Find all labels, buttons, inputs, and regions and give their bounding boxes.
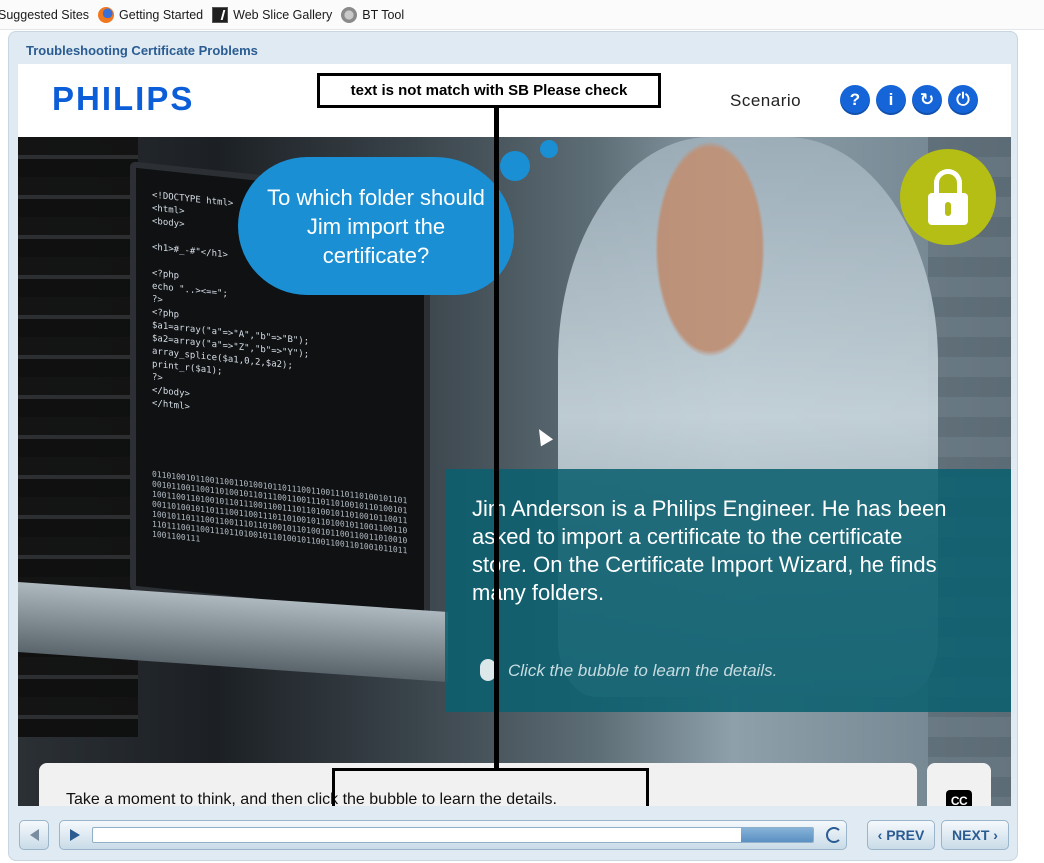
power-icon: ⏻ — [956, 90, 970, 109]
question-bubble[interactable]: To which folder should Jim import the ce… — [238, 157, 514, 295]
web-slice-icon — [212, 6, 229, 23]
help-icon: ? — [849, 90, 861, 109]
section-label: Scenario — [730, 91, 802, 110]
speaker-icon — [29, 829, 39, 841]
help-button[interactable]: ? — [840, 85, 870, 115]
binary-text: 0110100101100110011010010110111001100111… — [152, 469, 408, 556]
exit-button[interactable]: ⏻ — [948, 85, 978, 115]
favorite-label: Getting Started — [119, 7, 204, 22]
thought-dot-small — [540, 140, 558, 158]
philips-logo: PHILIPS — [52, 80, 195, 117]
info-panel: Jim Anderson is a Philips Engineer. He h… — [445, 469, 1011, 712]
restart-button[interactable]: ↻ — [912, 85, 942, 115]
playback-bar — [59, 820, 847, 850]
slide-header: PHILIPS Scenario ? i ↻ ⏻ text is not mat… — [18, 64, 1011, 137]
cc-icon: CC — [945, 790, 973, 806]
favorite-getting-started[interactable]: Getting Started — [98, 4, 203, 26]
favorite-web-slice-gallery[interactable]: Web Slice Gallery — [212, 4, 332, 26]
volume-button[interactable] — [19, 820, 49, 850]
play-icon[interactable] — [70, 829, 80, 841]
bubble-text: To which folder should Jim import the ce… — [267, 184, 485, 268]
review-marker-line — [494, 105, 499, 770]
mouse-cursor-icon — [532, 425, 554, 447]
favorites-bar: Suggested Sites Getting Started Web Slic… — [0, 0, 1044, 30]
closed-captions-button[interactable]: CC — [927, 763, 991, 806]
lock-icon — [900, 149, 996, 245]
favorite-label: Suggested Sites — [0, 7, 90, 22]
control-bar: ‹ PREV NEXT › — [9, 816, 1019, 856]
hint-text: Click the bubble to learn the details. — [508, 661, 778, 680]
favorite-label: Web Slice Gallery — [233, 7, 333, 22]
info-text: Jim Anderson is a Philips Engineer. He h… — [472, 496, 947, 605]
favorite-bt-tool[interactable]: BT Tool — [341, 4, 404, 26]
favorite-label: BT Tool — [362, 7, 405, 22]
progress-remaining — [741, 828, 813, 842]
info-button[interactable]: i — [876, 85, 906, 115]
course-player: Troubleshooting Certificate Problems PHI… — [8, 31, 1018, 861]
prev-button[interactable]: ‹ PREV — [867, 820, 935, 850]
prev-label: ‹ PREV — [877, 827, 925, 843]
review-highlight-box — [332, 768, 649, 806]
review-note: text is not match with SB Please check — [317, 73, 661, 108]
info-icon: i — [888, 90, 894, 109]
lock-body — [928, 193, 968, 225]
course-title: Troubleshooting Certificate Problems — [26, 43, 258, 58]
progress-track[interactable] — [92, 827, 814, 843]
slide-stage: PHILIPS Scenario ? i ↻ ⏻ text is not mat… — [18, 64, 1011, 806]
restart-icon: ↻ — [919, 90, 935, 109]
next-label: NEXT › — [952, 827, 998, 843]
favorite-suggested-sites[interactable]: Suggested Sites — [0, 4, 89, 26]
next-button[interactable]: NEXT › — [941, 820, 1009, 850]
globe-icon — [341, 6, 358, 23]
firefox-icon — [98, 6, 115, 23]
replay-icon[interactable] — [826, 827, 842, 843]
thought-dot-large — [500, 151, 530, 181]
scene-image: <!DOCTYPE html> <html> <body> <h1>#_-#"<… — [18, 137, 1011, 806]
